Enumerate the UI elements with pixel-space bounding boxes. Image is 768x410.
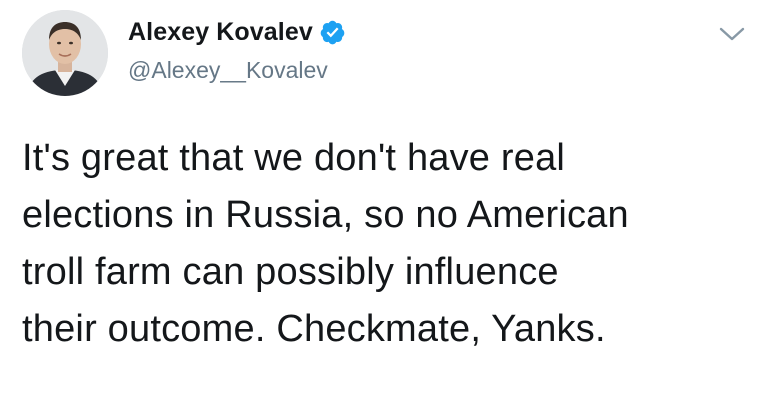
display-name[interactable]: Alexey Kovalev: [128, 18, 313, 47]
tweet-text: It's great that we don't have real elect…: [22, 137, 629, 350]
author-name-row: Alexey Kovalev: [128, 18, 346, 47]
tweet-card: Alexey Kovalev @Alexey__Kovalev It's gre…: [0, 0, 768, 410]
avatar[interactable]: [22, 10, 108, 96]
verified-badge-icon: [319, 19, 346, 46]
username-handle[interactable]: @Alexey__Kovalev: [128, 57, 328, 84]
avatar-photo: [22, 10, 108, 96]
chevron-down-icon[interactable]: [718, 24, 746, 44]
